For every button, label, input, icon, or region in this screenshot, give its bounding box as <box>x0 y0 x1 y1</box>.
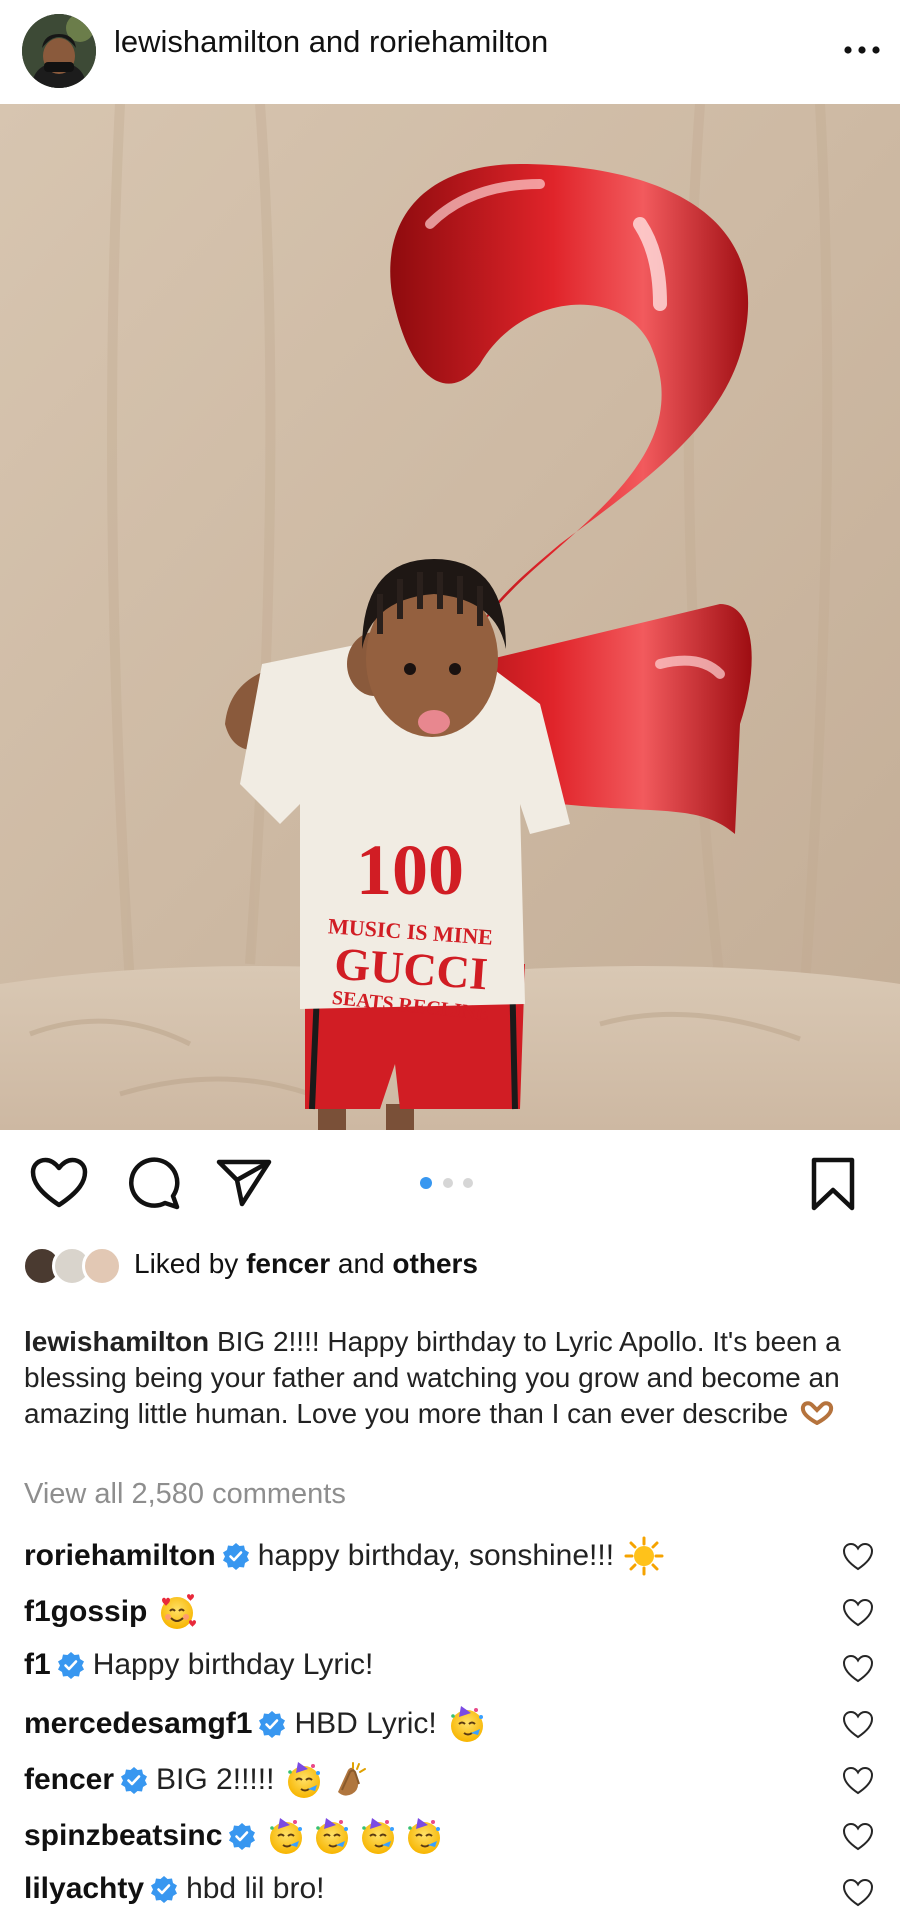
verified-badge-icon <box>120 1766 148 1794</box>
smiling-face-with-hearts-icon <box>157 1592 197 1632</box>
carousel-dot <box>443 1178 453 1188</box>
post-authors[interactable]: lewishamilton and roriehamilton <box>114 24 548 60</box>
comment-like-heart-icon[interactable] <box>842 1710 874 1740</box>
paper-plane-icon[interactable] <box>216 1158 272 1208</box>
comment-like-heart-icon[interactable] <box>842 1598 874 1628</box>
comment-username[interactable]: mercedesamgf1 <box>24 1707 252 1741</box>
likes-conjunction: and <box>330 1248 393 1279</box>
verified-badge-icon <box>57 1651 85 1679</box>
view-all-comments-link[interactable]: View all 2,580 comments <box>24 1478 346 1511</box>
comment-row: fencer BIG 2!!!!! <box>24 1754 884 1802</box>
partying-face-icon <box>284 1760 324 1800</box>
verified-badge-icon <box>150 1875 178 1903</box>
likes-prefix: Liked by <box>134 1248 247 1279</box>
comment-row: spinzbeatsinc <box>24 1810 884 1858</box>
comment-username[interactable]: roriehamilton <box>24 1539 216 1573</box>
comment-username[interactable]: fencer <box>24 1763 114 1797</box>
partying-face-icon <box>358 1816 398 1856</box>
comment-like-heart-icon[interactable] <box>842 1654 874 1684</box>
comment-text: HBD Lyric! <box>294 1707 437 1740</box>
liker-avatars <box>22 1244 128 1288</box>
partying-face-icon <box>266 1816 306 1856</box>
birthday-photo: 100 MUSIC IS MINE GUCCI SEATS RECLINE <box>0 104 900 1130</box>
partying-face-icon <box>312 1816 352 1856</box>
comment-like-heart-icon[interactable] <box>842 1822 874 1852</box>
more-horizontal-icon[interactable] <box>842 40 882 60</box>
caption-username[interactable]: lewishamilton <box>24 1326 209 1357</box>
verified-badge-icon <box>222 1542 250 1570</box>
verified-badge-icon <box>228 1822 256 1850</box>
profile-avatar[interactable] <box>22 14 96 88</box>
shirt-number: 100 <box>356 830 464 910</box>
heart-hands-icon <box>800 1401 834 1425</box>
comment-text: BIG 2!!!!! <box>156 1763 275 1796</box>
avatar <box>82 1246 122 1286</box>
carousel-dot <box>463 1178 473 1188</box>
heart-icon[interactable] <box>30 1157 88 1209</box>
comment-username[interactable]: f1gossip <box>24 1595 147 1629</box>
comment-like-heart-icon[interactable] <box>842 1766 874 1796</box>
comment-bubble-icon[interactable] <box>126 1156 180 1210</box>
partying-face-icon <box>447 1704 487 1744</box>
comment-like-heart-icon[interactable] <box>842 1878 874 1908</box>
post-image[interactable]: 100 MUSIC IS MINE GUCCI SEATS RECLINE <box>0 104 900 1130</box>
carousel-dot-active <box>420 1177 432 1189</box>
comment-username[interactable]: f1 <box>24 1648 51 1682</box>
comment-username[interactable]: spinzbeatsinc <box>24 1819 222 1853</box>
carousel-indicator <box>420 1177 473 1189</box>
post-actions <box>0 1130 900 1230</box>
comment-text: hbd lil bro! <box>186 1872 325 1905</box>
comment-row: roriehamilton happy birthday, sonshine!!… <box>24 1530 884 1578</box>
post-header: lewishamilton and roriehamilton <box>0 0 900 104</box>
comment-row: mercedesamgf1 HBD Lyric! <box>24 1698 884 1746</box>
comment-text: Happy birthday Lyric! <box>92 1648 374 1681</box>
comment-row: f1 Happy birthday Lyric! <box>24 1642 884 1690</box>
post-caption: lewishamilton BIG 2!!!! Happy birthday t… <box>24 1324 880 1432</box>
likes-summary[interactable]: Liked by fencer and others <box>22 1244 882 1288</box>
clapping-hands-icon <box>328 1760 368 1800</box>
liker-username[interactable]: fencer <box>246 1248 330 1279</box>
verified-badge-icon <box>258 1710 286 1738</box>
comment-row: f1gossip <box>24 1586 884 1634</box>
comment-row: lilyachty hbd lil bro! <box>24 1866 884 1914</box>
likes-others[interactable]: others <box>392 1248 478 1279</box>
likes-text: Liked by fencer and others <box>134 1248 478 1280</box>
bookmark-icon[interactable] <box>806 1156 860 1212</box>
comment-like-heart-icon[interactable] <box>842 1542 874 1572</box>
sun-icon <box>624 1536 664 1576</box>
comment-text: happy birthday, sonshine!!! <box>257 1539 615 1572</box>
comment-username[interactable]: lilyachty <box>24 1872 144 1906</box>
partying-face-icon <box>404 1816 444 1856</box>
